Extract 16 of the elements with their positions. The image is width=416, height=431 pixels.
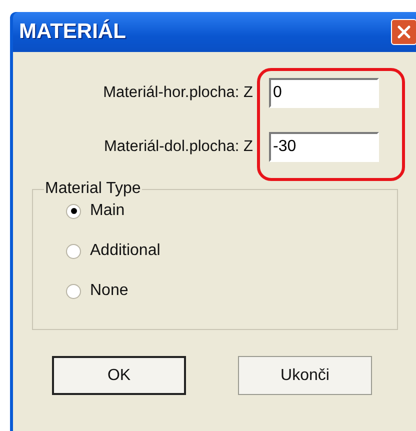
cancel-button[interactable]: Ukonči <box>238 356 372 395</box>
field-label: Materiál-hor.plocha: Z <box>102 84 253 102</box>
radio-option[interactable]: None <box>66 282 397 300</box>
radio-button[interactable] <box>66 244 81 258</box>
group-title: Material Type <box>44 180 142 198</box>
ok-button[interactable]: OK <box>52 356 186 395</box>
field-label: Materiál-dol.plocha: Z <box>102 138 253 156</box>
input-field[interactable]: 0 <box>269 78 379 108</box>
close-icon <box>396 24 412 40</box>
close-button[interactable] <box>391 19 416 45</box>
window-title: MATERIÁL <box>19 20 126 44</box>
radio-button[interactable] <box>66 284 81 298</box>
radio-button[interactable] <box>66 204 81 218</box>
radio-option[interactable]: Additional <box>66 242 397 260</box>
radio-option[interactable]: Main <box>66 202 397 220</box>
input-field[interactable]: -30 <box>269 132 379 162</box>
